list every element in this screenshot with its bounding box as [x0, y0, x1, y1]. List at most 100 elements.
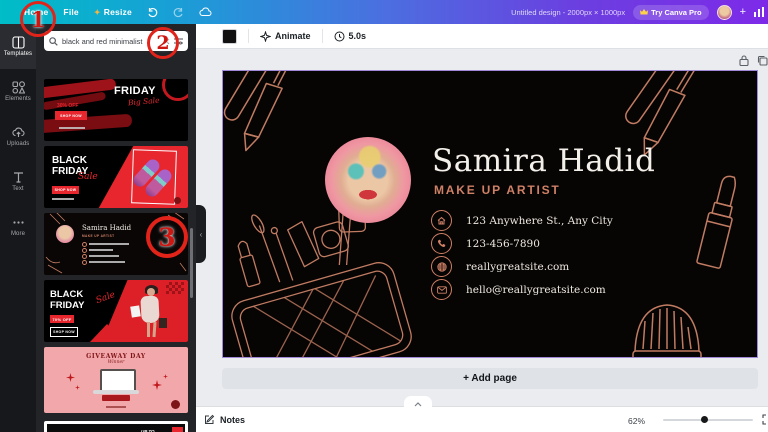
divider	[321, 29, 323, 43]
ribbon	[102, 395, 130, 401]
woman-leg	[147, 322, 150, 337]
badge-dot	[174, 197, 181, 204]
contact-text: reallygreatsite.com	[466, 260, 570, 273]
sidebar-item-uploads[interactable]: Uploads	[0, 114, 36, 159]
template-line1: BLACK	[52, 155, 87, 166]
copy-icon[interactable]	[757, 55, 768, 66]
notes-button[interactable]: Notes	[204, 414, 245, 425]
mini-photo	[56, 225, 74, 243]
contact-list: 123 Anywhere St., Any City 123-456-7890 …	[431, 209, 613, 301]
sidebar-rail: Templates Elements Uploads Text More	[0, 24, 36, 432]
contact-line	[89, 255, 119, 257]
search-icon	[49, 36, 58, 46]
laptop-base	[93, 390, 139, 394]
url-placeholder	[52, 198, 74, 200]
template-black-friday-shopper[interactable]: BLACK FRIDAY Sale 70% OFF SHOP NOW	[44, 280, 188, 342]
sidebar-item-elements[interactable]: Elements	[0, 69, 36, 114]
chevron-left-icon: ‹	[199, 229, 203, 239]
design-role-text[interactable]: MAKE UP ARTIST	[434, 183, 561, 197]
design-canvas[interactable]: Samira Hadid MAKE UP ARTIST 123 Anywhere…	[222, 70, 758, 358]
add-member-icon[interactable]: +	[740, 6, 746, 18]
template-title: Samira Hadid	[82, 224, 132, 232]
avatar[interactable]	[716, 4, 732, 20]
lock-icon[interactable]	[739, 55, 749, 66]
status-bar: Notes 62%	[196, 406, 768, 432]
duration-button[interactable]: 5.0s	[349, 31, 367, 41]
elements-icon	[11, 81, 25, 94]
template-subtitle: MAKE UP ARTIST	[82, 234, 115, 238]
contact-text: 123-456-7890	[466, 237, 540, 250]
document-title[interactable]: Untitled design - 2000px × 1000px	[511, 8, 625, 17]
phone-icon	[437, 239, 446, 248]
badge-dot	[171, 400, 180, 409]
contact-row[interactable]: 123 Anywhere St., Any City	[431, 209, 613, 232]
menu-resize[interactable]: ✦ Resize	[94, 7, 132, 17]
globe-icon	[436, 261, 447, 272]
template-script: Winner	[107, 360, 125, 365]
undo-icon[interactable]	[147, 7, 158, 18]
fullscreen-icon[interactable]	[762, 414, 768, 425]
more-icon	[12, 221, 24, 224]
sidebar-item-more[interactable]: More	[0, 204, 36, 249]
contact-line	[82, 248, 87, 253]
template-black-sale-50[interactable]: BLACK UP TO 50%	[44, 421, 188, 432]
animate-button[interactable]: Animate	[275, 31, 311, 41]
template-script: Big Sale	[127, 95, 160, 108]
zoom-slider-handle[interactable]	[701, 416, 708, 423]
contact-line	[82, 260, 87, 265]
animate-icon	[260, 30, 271, 42]
divider	[248, 29, 249, 43]
top-bar: Home File ✦ Resize Untitled design - 200…	[0, 0, 768, 24]
menu-file[interactable]: File	[63, 7, 78, 17]
template-black-friday-slippers[interactable]: BLACK FRIDAY Sale SHOP NOW	[44, 146, 188, 208]
canvas-toolbar: Animate 5.0s	[196, 24, 768, 49]
contact-line	[82, 254, 87, 259]
uploads-icon	[11, 127, 25, 137]
chart-icon[interactable]	[754, 7, 764, 17]
design-name-text[interactable]: Samira Hadid	[432, 143, 655, 179]
shopping-bag-dark	[159, 318, 167, 328]
add-page-button[interactable]: + Add page	[222, 368, 758, 389]
annotation-circle-3: 3	[146, 216, 188, 258]
contact-row[interactable]: 123-456-7890	[431, 232, 613, 255]
annotation-circle-2: 2	[147, 27, 179, 59]
contact-text: 123 Anywhere St., Any City	[466, 214, 613, 227]
contact-line	[89, 249, 113, 251]
contact-row[interactable]: hello@reallygreatsite.com	[431, 278, 613, 301]
template-script: Sale	[94, 289, 117, 307]
profile-photo[interactable]	[325, 137, 411, 223]
text-icon	[13, 172, 23, 183]
cloud-status-icon[interactable]	[199, 7, 212, 17]
template-giveaway-day[interactable]: GIVEAWAY DAY Winner	[44, 347, 188, 413]
shopping-bag-white	[130, 305, 141, 318]
zoom-level[interactable]: 62%	[628, 416, 645, 426]
panel-collapse-tab[interactable]: ‹	[196, 205, 206, 263]
template-button: SHOP NOW	[50, 327, 78, 337]
fill-color-swatch[interactable]	[222, 28, 237, 44]
template-button: SHOP NOW	[52, 186, 79, 194]
contact-line	[82, 242, 87, 247]
template-black-friday-grunge[interactable]: FRIDAY Big Sale 30% OFF SHOP NOW	[44, 79, 188, 141]
bottom-panel-toggle[interactable]	[404, 396, 432, 407]
try-canva-pro-button[interactable]: Try Canva Pro	[633, 4, 709, 20]
template-offer: 30% OFF	[57, 103, 79, 109]
red-tag	[172, 427, 183, 432]
clock-icon	[334, 31, 345, 41]
contact-line	[89, 261, 125, 263]
redo-icon[interactable]	[173, 7, 184, 18]
template-title: GIVEAWAY DAY	[86, 353, 146, 360]
template-line2: FRIDAY	[50, 300, 85, 311]
templates-icon	[11, 36, 25, 49]
contact-row[interactable]: reallygreatsite.com	[431, 255, 613, 278]
search-value: black and red minimalist	[62, 36, 143, 46]
sidebar-item-text[interactable]: Text	[0, 159, 36, 204]
zoom-slider[interactable]	[663, 419, 753, 421]
sparkle-shape	[66, 373, 75, 382]
url-placeholder	[59, 127, 85, 129]
footer-text-bar	[106, 406, 126, 408]
notes-icon	[205, 414, 215, 424]
sparkle-shape	[75, 385, 80, 390]
contact-text: hello@reallygreatsite.com	[466, 283, 606, 296]
panel-scrollbar[interactable]	[190, 228, 193, 298]
resize-sparkle-icon: ✦	[93, 7, 101, 17]
